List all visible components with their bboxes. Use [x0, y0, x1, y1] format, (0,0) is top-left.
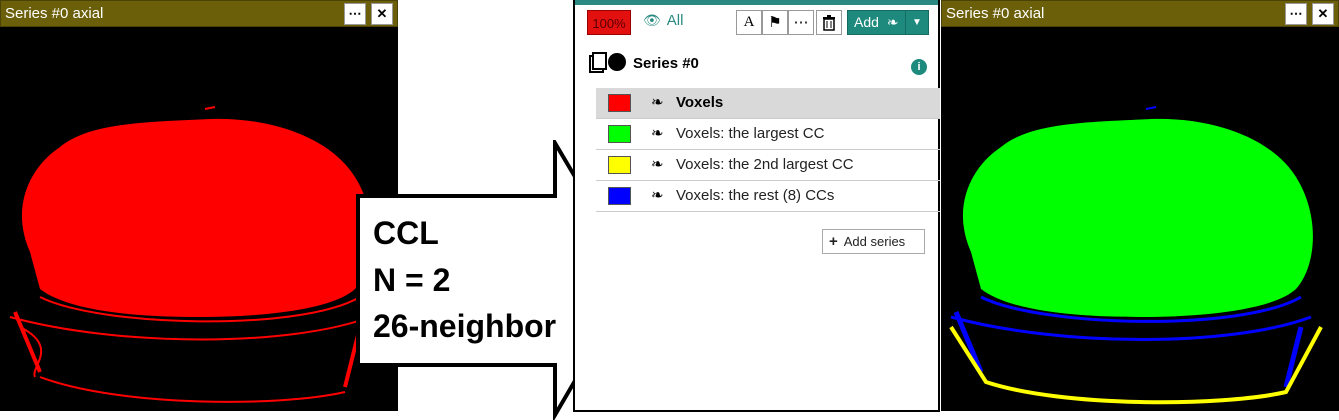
left-viewer-title: Series #0 axial	[5, 5, 104, 22]
trash-icon	[823, 15, 835, 31]
left-viewer-more-button[interactable]: ⋯	[344, 3, 366, 25]
label-color-swatch[interactable]	[608, 156, 631, 174]
right-viewer-titlebar: Series #0 axial ⋯ ✕	[941, 0, 1339, 27]
brain-icon: ❧	[651, 156, 664, 173]
label-name: Voxels: the 2nd largest CC	[676, 156, 854, 173]
label-row[interactable]: ❧ Voxels: the rest (8) CCs	[596, 181, 940, 212]
right-viewer-image[interactable]	[941, 27, 1339, 411]
label-name: Voxels: the rest (8) CCs	[676, 187, 835, 204]
right-viewer[interactable]: Series #0 axial ⋯ ✕	[941, 0, 1339, 411]
add-button-label: Add	[854, 14, 879, 30]
body-segmentation-green	[962, 118, 1313, 317]
left-viewer-image[interactable]	[0, 27, 398, 411]
label-color-swatch[interactable]	[608, 187, 631, 205]
right-viewer-close-button[interactable]: ✕	[1312, 3, 1334, 25]
arrow-line-2: N = 2	[373, 262, 451, 298]
add-dropdown-caret[interactable]: ▼	[905, 11, 928, 34]
arrow-line-3: 26-neighbor	[373, 308, 557, 344]
right-viewer-more-button[interactable]: ⋯	[1285, 3, 1307, 25]
panel-top-accent	[575, 0, 938, 5]
more-tool-button[interactable]: ⋯	[788, 10, 814, 35]
brain-icon: ❧	[886, 14, 899, 30]
arrow-line-1: CCL	[373, 215, 439, 251]
brain-icon: ❧	[651, 94, 664, 111]
body-segmentation-red	[21, 118, 372, 317]
right-viewer-title: Series #0 axial	[946, 5, 1045, 22]
add-button[interactable]: Add ❧ ▼	[847, 10, 929, 35]
marker-tool-button[interactable]: ⚑	[762, 10, 788, 35]
label-color-swatch[interactable]	[608, 94, 631, 112]
plus-icon: +	[829, 233, 838, 250]
label-name: Voxels	[676, 94, 724, 111]
label-color-swatch[interactable]	[608, 125, 631, 143]
brain-icon: ❧	[651, 125, 664, 142]
visibility-all-label: All	[666, 12, 684, 29]
label-name: Voxels: the largest CC	[676, 125, 825, 142]
text-tool-button[interactable]: A	[736, 10, 762, 35]
label-row[interactable]: ❧ Voxels: the 2nd largest CC	[596, 150, 940, 181]
series-title: Series #0	[633, 55, 699, 72]
visibility-all-button[interactable]: 👁 All	[643, 12, 683, 29]
left-viewer-titlebar: Series #0 axial ⋯ ✕	[0, 0, 398, 27]
brain-icon: ❧	[651, 187, 664, 204]
label-row[interactable]: ❧ Voxels: the largest CC	[596, 119, 940, 150]
eye-slash-icon: 👁	[643, 12, 661, 28]
left-viewer[interactable]: Series #0 axial ⋯ ✕	[0, 0, 398, 411]
delete-tool-button[interactable]	[816, 10, 842, 35]
label-row[interactable]: ❧ Voxels	[596, 88, 940, 119]
series-icon	[589, 52, 626, 73]
segmentation-panel: 100% 👁 All A ⚑ ⋯ Add ❧ ▼ Series #0 i ❧ Vo…	[573, 0, 940, 412]
opacity-button[interactable]: 100%	[587, 10, 631, 35]
left-viewer-close-button[interactable]: ✕	[371, 3, 393, 25]
add-series-label: Add series	[843, 234, 906, 249]
info-icon[interactable]: i	[911, 59, 927, 75]
add-series-button[interactable]: + Add series	[822, 229, 925, 254]
